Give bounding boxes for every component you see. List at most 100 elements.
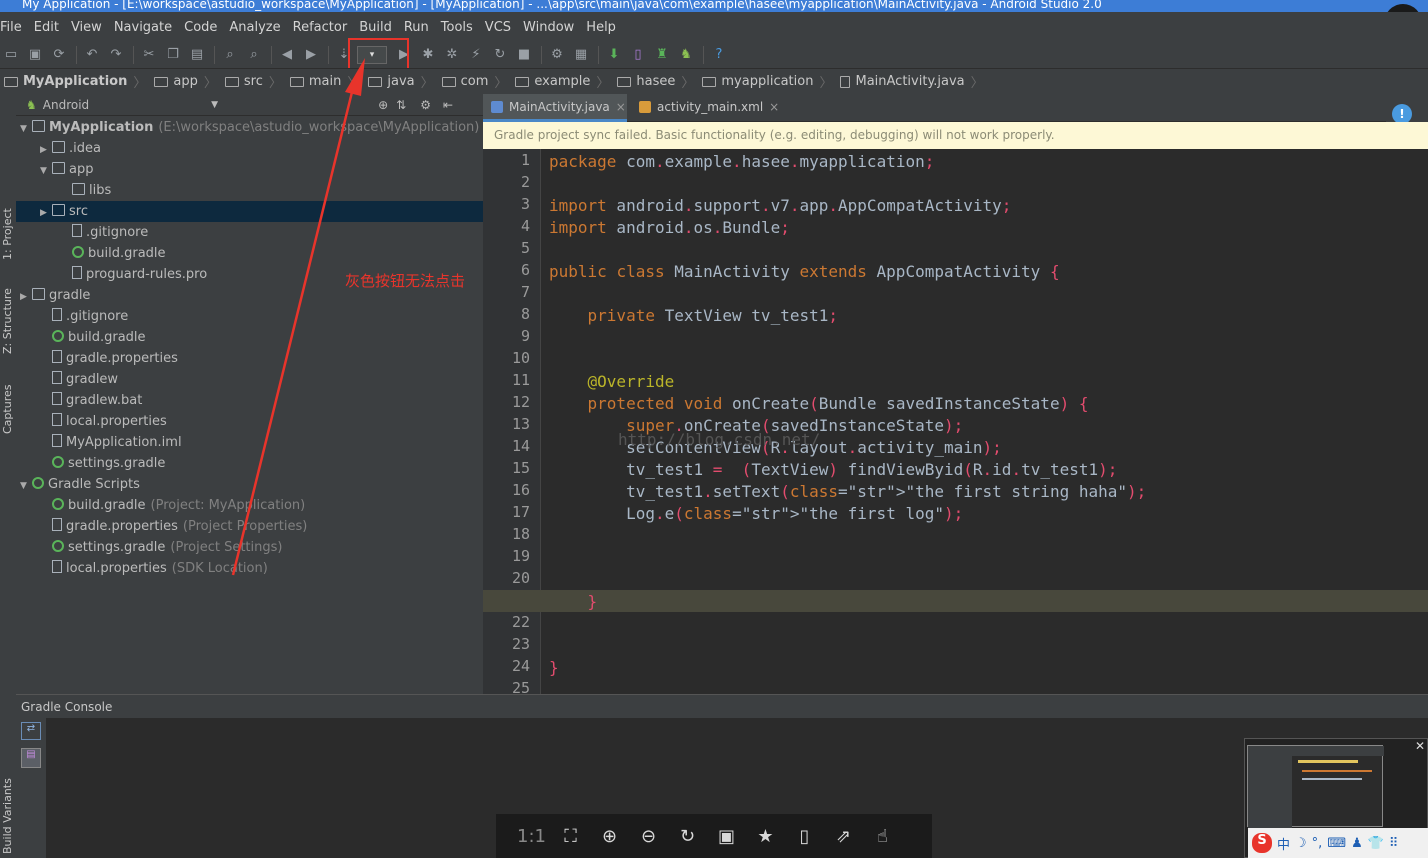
sdk-manager-icon[interactable]: ▦: [570, 44, 592, 66]
device-monitor-icon[interactable]: ♜: [651, 44, 673, 66]
sync-icon[interactable]: ⟳: [48, 44, 70, 66]
ime-user-icon[interactable]: ♟: [1351, 836, 1363, 851]
chevron-down-icon[interactable]: ▼: [20, 119, 32, 140]
bookmark-icon[interactable]: ★: [746, 826, 785, 847]
code-line[interactable]: tv_test1.setText(class="str">"the first …: [549, 481, 1146, 503]
back-icon[interactable]: ◀: [276, 44, 298, 66]
rotate-icon[interactable]: ↻: [668, 826, 707, 847]
menu-vcs[interactable]: VCS: [485, 20, 511, 35]
code-editor[interactable]: 1234567891011121314151617181920212223242…: [483, 149, 1428, 694]
tool-tab-structure[interactable]: Z: Structure: [1, 288, 14, 354]
menu-build[interactable]: Build: [359, 20, 392, 35]
tree-item[interactable]: gradle.properties (Project Properties): [16, 516, 483, 537]
chevron-right-icon[interactable]: ▶: [20, 287, 32, 308]
tree-item[interactable]: gradle.properties: [16, 348, 483, 369]
actual-size-button[interactable]: 1:1: [512, 826, 551, 847]
tree-item[interactable]: ▼ app: [16, 159, 483, 180]
menu-tools[interactable]: Tools: [441, 20, 473, 35]
find-icon[interactable]: ⌕: [219, 44, 241, 66]
menu-analyze[interactable]: Analyze: [229, 20, 280, 35]
breadcrumb-item[interactable]: MainActivity.java 〉: [840, 72, 984, 91]
apply-changes-icon[interactable]: ⚡: [465, 44, 487, 66]
breadcrumb-item[interactable]: myapplication 〉: [702, 72, 832, 91]
tree-item[interactable]: ▼ MyApplication (E:\workspace\astudio_work…: [16, 117, 483, 138]
open-icon[interactable]: ▭: [0, 44, 22, 66]
code-line[interactable]: package com.example.hasee.myapplication;: [549, 151, 934, 173]
menu-refactor[interactable]: Refactor: [293, 20, 348, 35]
menu-file[interactable]: File: [0, 20, 22, 35]
code-line[interactable]: tv_test1 = (TextView) findViewByid(R.id.…: [549, 459, 1117, 481]
menu-view[interactable]: View: [71, 20, 102, 35]
chevron-down-icon[interactable]: ▼: [20, 476, 32, 497]
tree-item[interactable]: build.gradle: [16, 327, 483, 348]
tree-item[interactable]: .gitignore: [16, 222, 483, 243]
tree-item[interactable]: ▶ .idea: [16, 138, 483, 159]
tree-item[interactable]: local.properties (SDK Location): [16, 558, 483, 579]
tree-item[interactable]: libs: [16, 180, 483, 201]
tab-mainactivity[interactable]: MainActivity.java ×: [483, 94, 627, 122]
tree-item[interactable]: ▼ Gradle Scripts: [16, 474, 483, 495]
ime-menu-icon[interactable]: ⠿: [1389, 836, 1399, 851]
clear-icon[interactable]: ▤: [21, 748, 41, 768]
tab-activity-main[interactable]: activity_main.xml ×: [631, 94, 779, 122]
code-line[interactable]: }: [549, 591, 598, 613]
avd-manager-icon[interactable]: ▯: [627, 44, 649, 66]
replace-icon[interactable]: ⌕: [243, 44, 265, 66]
hide-panel-icon[interactable]: ⇤: [443, 98, 453, 112]
zoom-in-icon[interactable]: ⊕: [590, 826, 629, 847]
collapse-all-icon[interactable]: ⇅: [396, 98, 406, 112]
attach-debugger-icon[interactable]: ✲: [441, 44, 463, 66]
chevron-right-icon[interactable]: ▶: [40, 203, 52, 224]
breadcrumb-item[interactable]: hasee 〉: [617, 72, 694, 91]
ime-moon-icon[interactable]: ☽: [1295, 836, 1307, 851]
tree-item[interactable]: gradlew.bat: [16, 390, 483, 411]
breadcrumb-item[interactable]: main 〉: [289, 72, 360, 91]
copy-icon[interactable]: ❐: [162, 44, 184, 66]
redo-icon[interactable]: ↷: [105, 44, 127, 66]
paste-icon[interactable]: ▤: [186, 44, 208, 66]
chevron-right-icon[interactable]: ▶: [40, 140, 52, 161]
forward-icon[interactable]: ▶: [300, 44, 322, 66]
code-line[interactable]: import android.support.v7.app.AppCompatA…: [549, 195, 1011, 217]
ime-chinese-mode[interactable]: 中: [1277, 834, 1290, 853]
tree-item[interactable]: gradlew: [16, 369, 483, 390]
ime-toolbar[interactable]: S 中 ☽ °, ⌨ ♟ 👕 ⠿: [1248, 828, 1428, 858]
rerun-icon[interactable]: ↻: [489, 44, 511, 66]
close-tab-icon[interactable]: ×: [769, 100, 779, 114]
code-line[interactable]: protected void onCreate(Bundle savedInst…: [549, 393, 1089, 415]
tree-item[interactable]: ▶ src: [16, 201, 483, 222]
menu-code[interactable]: Code: [184, 20, 217, 35]
tool-tab-captures[interactable]: Captures: [1, 385, 14, 434]
tree-item[interactable]: build.gradle: [16, 243, 483, 264]
gradle-sync-icon[interactable]: ⬇: [603, 44, 625, 66]
like-icon[interactable]: ☝: [863, 826, 902, 847]
menu-window[interactable]: Window: [523, 20, 574, 35]
menu-run[interactable]: Run: [404, 20, 429, 35]
ime-skin-icon[interactable]: 👕: [1368, 836, 1384, 851]
ime-punctuation[interactable]: °,: [1312, 836, 1323, 851]
undo-icon[interactable]: ↶: [81, 44, 103, 66]
chevron-down-icon[interactable]: ▼: [211, 100, 218, 110]
menu-edit[interactable]: Edit: [34, 20, 59, 35]
android-icon[interactable]: ♞: [675, 44, 697, 66]
code-line[interactable]: @Override: [549, 371, 675, 393]
breadcrumb-item[interactable]: com 〉: [441, 72, 507, 91]
ime-keyboard-icon[interactable]: ⌨: [1327, 836, 1346, 851]
zoom-out-icon[interactable]: ⊖: [629, 826, 668, 847]
breadcrumb-item[interactable]: java 〉: [368, 72, 434, 91]
menu-navigate[interactable]: Navigate: [114, 20, 172, 35]
code-line[interactable]: Log.e(class="str">"the first log");: [549, 503, 963, 525]
stop-icon[interactable]: ■: [513, 44, 535, 66]
tree-item[interactable]: settings.gradle: [16, 453, 483, 474]
tree-item[interactable]: settings.gradle (Project Settings): [16, 537, 483, 558]
save-icon[interactable]: ▣: [707, 826, 746, 847]
tool-tab-build-variants[interactable]: Build Variants: [1, 778, 14, 854]
cut-icon[interactable]: ✂: [138, 44, 160, 66]
fit-icon[interactable]: ⛶: [551, 826, 590, 847]
code-line[interactable]: public class MainActivity extends AppCom…: [549, 261, 1060, 283]
close-icon[interactable]: ✕: [1415, 739, 1425, 753]
code-line[interactable]: private TextView tv_test1;: [549, 305, 838, 327]
tool-tab-project[interactable]: 1: Project: [1, 208, 14, 260]
close-tab-icon[interactable]: ×: [616, 100, 626, 114]
phone-icon[interactable]: ▯: [785, 826, 824, 847]
